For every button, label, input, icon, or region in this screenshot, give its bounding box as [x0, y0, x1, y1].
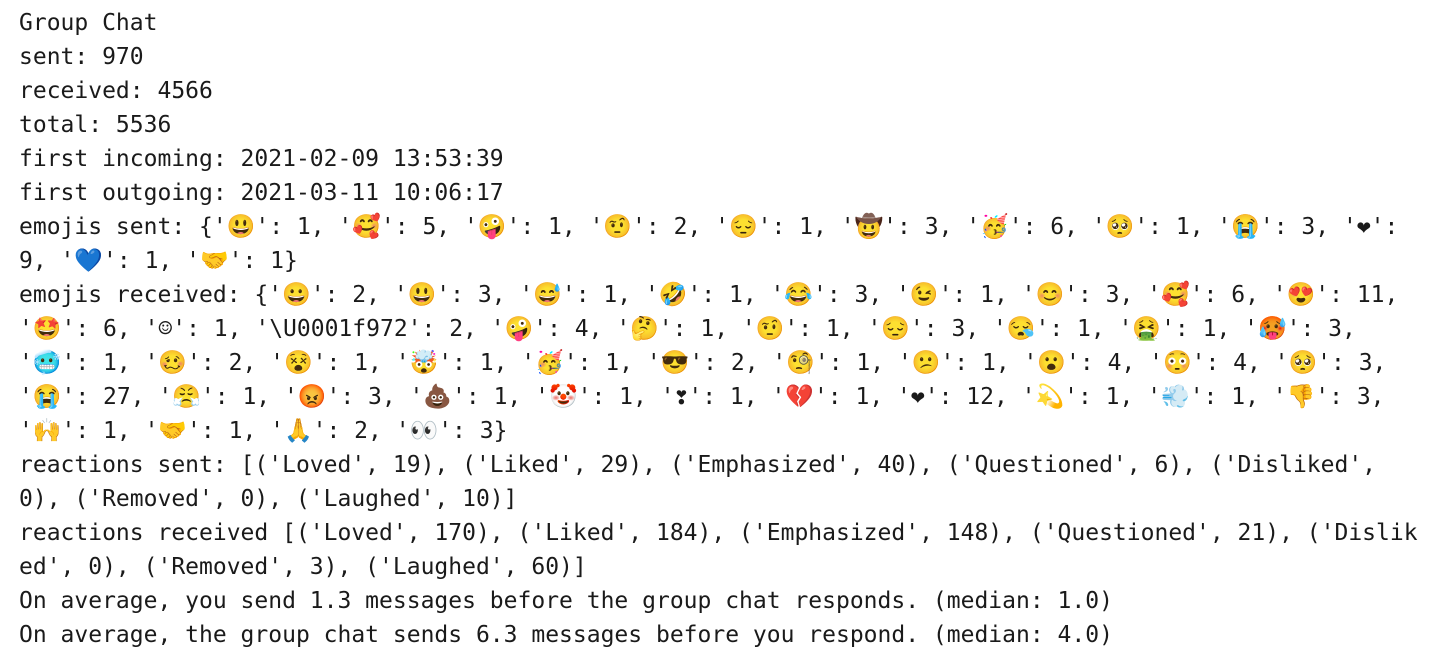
emojis-sent: emojis sent: {'😃': 1, '🥰': 5, '🤪': 1, '🤨… [19, 214, 1413, 274]
first-outgoing: first outgoing: 2021-03-11 10:06:17 [19, 180, 504, 206]
console-output: Group Chat sent: 970 received: 4566 tota… [19, 6, 1429, 652]
emojis-received: emojis received: {'😀': 2, '😃': 3, '😅': 1… [19, 282, 1413, 444]
first-incoming: first incoming: 2021-02-09 13:53:39 [19, 146, 504, 172]
reactions-received: reactions received [('Loved', 170), ('Li… [19, 520, 1418, 580]
reactions-sent: reactions sent: [('Loved', 19), ('Liked'… [19, 452, 1390, 512]
sent-count: sent: 970 [19, 44, 144, 70]
average-you-send: On average, you send 1.3 messages before… [19, 588, 1113, 614]
total-count: total: 5536 [19, 112, 172, 138]
received-count: received: 4566 [19, 78, 213, 104]
average-group-sends: On average, the group chat sends 6.3 mes… [19, 622, 1113, 648]
chat-title: Group Chat [19, 10, 158, 36]
